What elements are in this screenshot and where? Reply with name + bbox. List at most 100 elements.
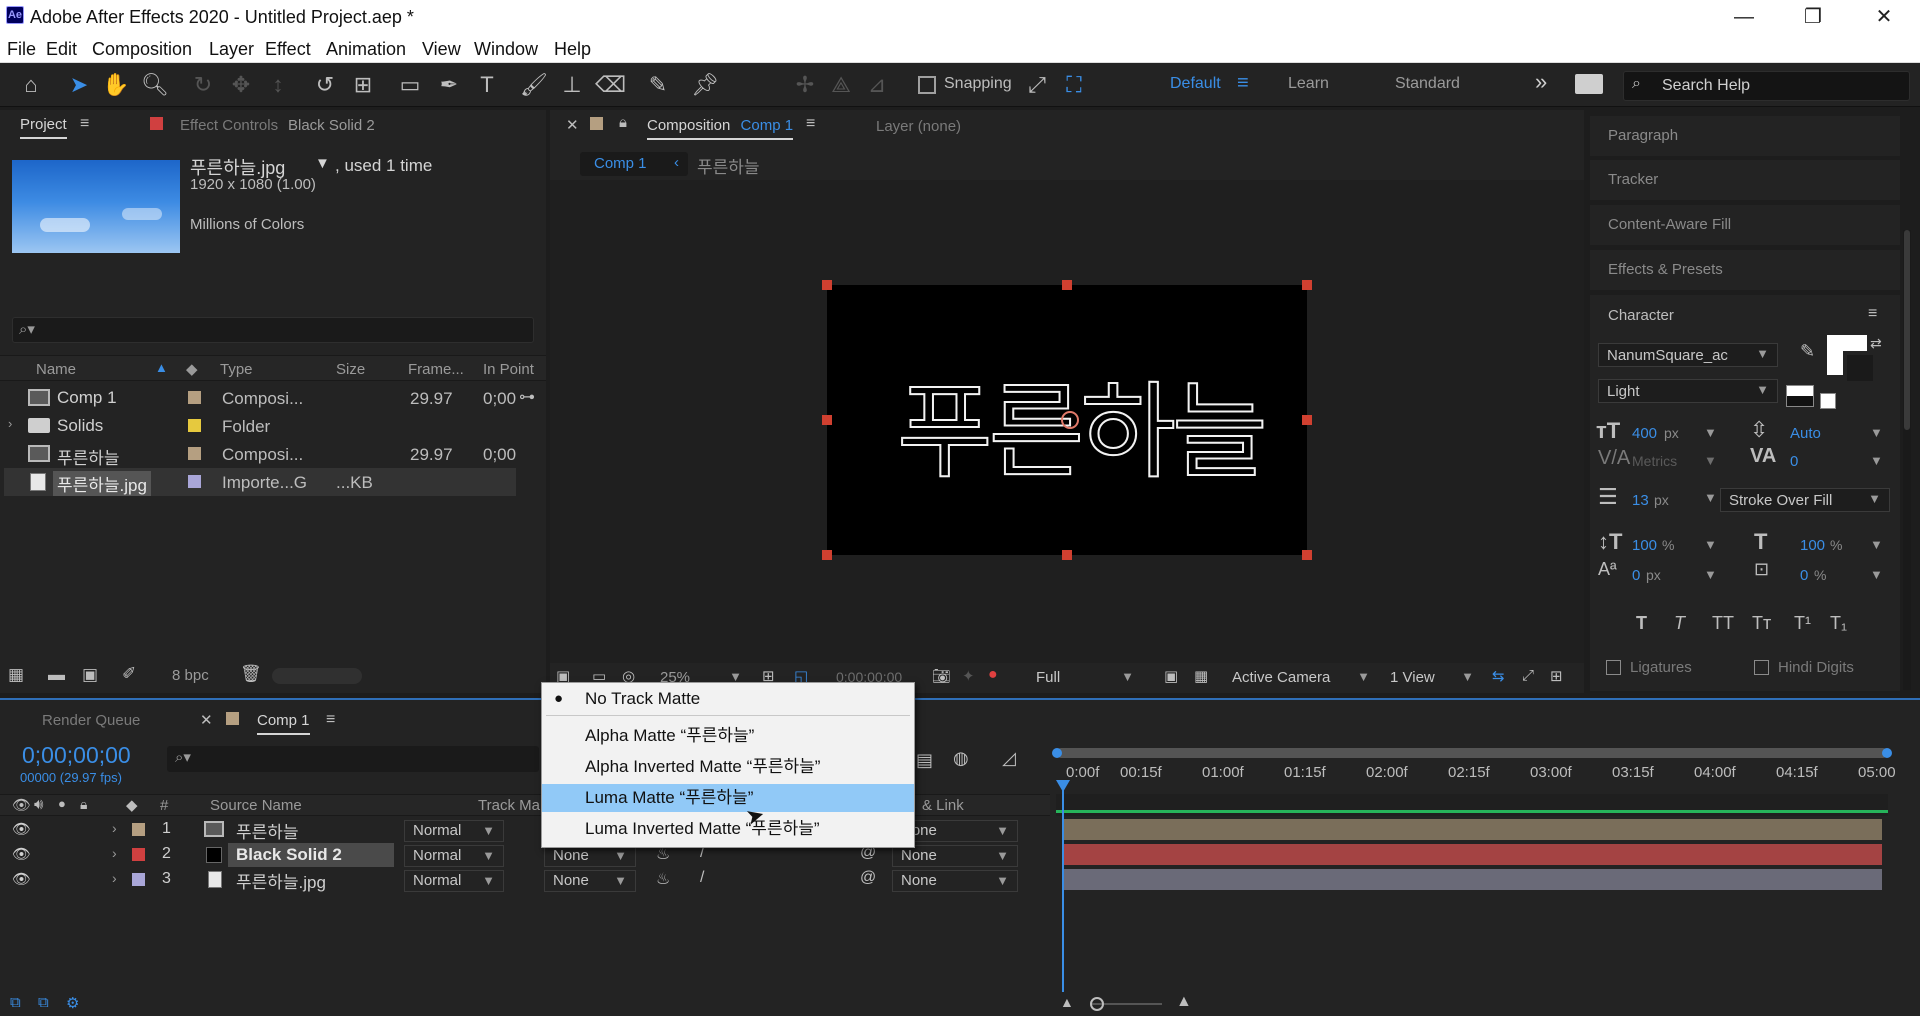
chevron-down-icon[interactable]: ▼ (1870, 425, 1883, 440)
in-out-controls-icon[interactable]: ⚙ (66, 994, 79, 1012)
adjust-settings-icon[interactable]: ✐ (122, 664, 136, 684)
chevron-down-icon[interactable]: ▼ (1704, 567, 1717, 582)
swap-colors-icon[interactable]: ⇄ (1870, 335, 1882, 352)
feather-icon[interactable]: ⛶ (1059, 70, 1089, 100)
layer-duration-bar[interactable] (1064, 819, 1882, 840)
minimize-button[interactable]: — (1724, 4, 1764, 32)
resolution-dropdown[interactable]: Full ▼ (1032, 667, 1142, 689)
chevron-down-icon[interactable]: ▼ (1870, 567, 1883, 582)
label-tag-icon[interactable]: ◆ (126, 796, 138, 814)
zoom-tool-icon[interactable]: 🔍︎ (140, 70, 170, 100)
panel-menu-icon[interactable]: ≡ (326, 711, 335, 729)
stroke-mode-dropdown[interactable]: Stroke Over Fill ▼ (1720, 488, 1890, 512)
view-layout-dropdown[interactable]: 1 View ▼ (1386, 667, 1482, 689)
tsume-value[interactable]: 0 (1800, 567, 1808, 584)
breadcrumb-current[interactable]: Comp 1 (594, 155, 647, 172)
font-size-value[interactable]: 400 (1632, 425, 1657, 442)
workspace-menu-icon[interactable]: ≡ (1237, 72, 1249, 95)
label-tag-icon[interactable]: ◆ (186, 360, 198, 378)
tab-render-queue[interactable]: Render Queue (42, 712, 140, 729)
set-color-icon[interactable] (1786, 385, 1814, 407)
close-tab-icon[interactable]: ✕ (200, 711, 213, 729)
layer-name[interactable]: 푸른하늘 (236, 818, 299, 843)
panel-menu-icon[interactable]: ≡ (1868, 305, 1877, 323)
scrollbar-thumb[interactable] (1904, 230, 1910, 430)
chevron-down-icon[interactable]: ▼ (1704, 490, 1717, 505)
restore-button[interactable]: ❐ (1793, 4, 1833, 32)
expand-arrow-icon[interactable]: › (112, 845, 117, 861)
solo-icon[interactable]: ● (58, 796, 66, 811)
no-fill-icon[interactable] (1820, 393, 1836, 409)
column-name[interactable]: Name (36, 361, 76, 378)
draft-3d-icon[interactable]: ▤ (916, 750, 933, 771)
workspace-overflow-icon[interactable]: » (1535, 69, 1547, 95)
world-axis-icon[interactable]: ⟁ (826, 70, 856, 100)
effects-presets-panel[interactable]: Effects & Presets (1590, 250, 1900, 290)
playhead-line[interactable] (1062, 786, 1064, 1012)
tab-effect-controls[interactable]: Effect Controls (180, 117, 278, 134)
pan-camera-icon[interactable]: ✥ (226, 70, 256, 100)
menu-edit[interactable]: Edit (46, 39, 77, 60)
close-tab-icon[interactable]: ✕ (566, 116, 579, 134)
content-aware-fill-panel[interactable]: Content-Aware Fill (1590, 205, 1900, 245)
fast-previews-icon[interactable]: ⤢ (1522, 667, 1534, 684)
audio-icon[interactable]: 🔊︎ (34, 796, 43, 813)
project-item-row[interactable]: 푸른하늘 Composi... 29.97 0;00 (4, 440, 516, 468)
column-type[interactable]: Type (220, 361, 253, 378)
column-in-point[interactable]: In Point (483, 361, 534, 378)
orbit-camera-icon[interactable]: ↻ (188, 70, 218, 100)
snapping-checkbox[interactable] (918, 76, 936, 94)
kerning-value[interactable]: Metrics (1632, 453, 1677, 469)
tab-layer[interactable]: Layer (none) (876, 118, 961, 135)
tab-comp-timeline[interactable]: Comp 1 (257, 712, 310, 735)
region-of-interest-icon[interactable]: ▣ (1164, 667, 1178, 685)
chevron-down-icon[interactable]: ▼ (1704, 425, 1717, 440)
home-icon[interactable]: ⌂ (16, 70, 46, 100)
layer-name[interactable]: Black Solid 2 (236, 845, 342, 865)
menu-item-luma-inverted-matte[interactable]: Luma Inverted Matte “푸른하늘” (542, 815, 914, 843)
eyedropper-icon[interactable]: ✎ (1800, 341, 1815, 362)
rotation-tool-icon[interactable]: ↺ (310, 70, 340, 100)
project-item-row[interactable]: Comp 1 Composi... 29.97 0;00 ⊶ (4, 384, 535, 412)
workspace-default[interactable]: Default (1170, 75, 1221, 93)
expand-arrow-icon[interactable]: › (112, 820, 117, 836)
column-size[interactable]: Size (336, 361, 365, 378)
pan-behind-tool-icon[interactable]: ⊞ (348, 70, 378, 100)
playhead-icon[interactable] (1056, 780, 1070, 792)
chevron-down-icon[interactable]: ▼ (315, 155, 330, 172)
rectangle-tool-icon[interactable]: ▭ (395, 70, 425, 100)
timeline-current-time[interactable]: 0;00;00;00 (22, 742, 131, 769)
label-color[interactable] (132, 873, 145, 886)
pick-whip-icon[interactable]: @ (860, 869, 876, 887)
paragraph-panel[interactable]: Paragraph (1590, 116, 1900, 156)
hindi-digits-checkbox[interactable] (1754, 660, 1769, 675)
tab-composition[interactable]: Composition Comp 1 (647, 117, 794, 140)
timeline-search-input[interactable]: ⌕▾ (167, 746, 539, 772)
quality-switch-icon[interactable]: / (700, 869, 704, 887)
label-color[interactable] (188, 447, 201, 460)
scrollbar[interactable] (1903, 230, 1911, 690)
subscript-button[interactable]: T₁ (1830, 613, 1847, 634)
layer-duration-bar[interactable] (1064, 869, 1882, 890)
menu-item-luma-matte[interactable]: Luma Matte “푸른하늘” (542, 784, 914, 812)
project-item-row[interactable]: › Solids Folder (4, 412, 516, 440)
menu-item-no-track-matte[interactable]: ● No Track Matte (542, 685, 914, 713)
time-ruler[interactable]: 0:00f 00:15f 01:00f 01:15f 02:00f 02:15f… (1056, 762, 1896, 784)
video-visibility-icon[interactable]: 👁︎ (12, 796, 31, 814)
selection-tool-icon[interactable]: ➤ (64, 70, 94, 100)
graph-editor-icon[interactable]: ◿ (1002, 748, 1016, 769)
tab-project[interactable]: Project (20, 116, 67, 139)
hand-tool-icon[interactable]: ✋ (101, 70, 131, 100)
vertical-scale-value[interactable]: 100 (1632, 537, 1657, 554)
expand-arrow-icon[interactable]: › (112, 870, 117, 886)
motion-blur-icon[interactable]: ◍ (953, 748, 969, 769)
faux-italic-button[interactable]: T (1674, 613, 1685, 634)
stroke-width-value[interactable]: 13 (1632, 492, 1649, 509)
tracking-value[interactable]: 0 (1790, 453, 1798, 470)
search-help-input[interactable]: ⌕ Search Help (1623, 71, 1910, 101)
column-track-matte[interactable]: Track Ma (478, 797, 540, 814)
label-color[interactable] (188, 419, 201, 432)
workspace-learn[interactable]: Learn (1288, 75, 1329, 93)
menu-window[interactable]: Window (474, 39, 538, 60)
chevron-down-icon[interactable]: ▼ (1704, 453, 1717, 468)
